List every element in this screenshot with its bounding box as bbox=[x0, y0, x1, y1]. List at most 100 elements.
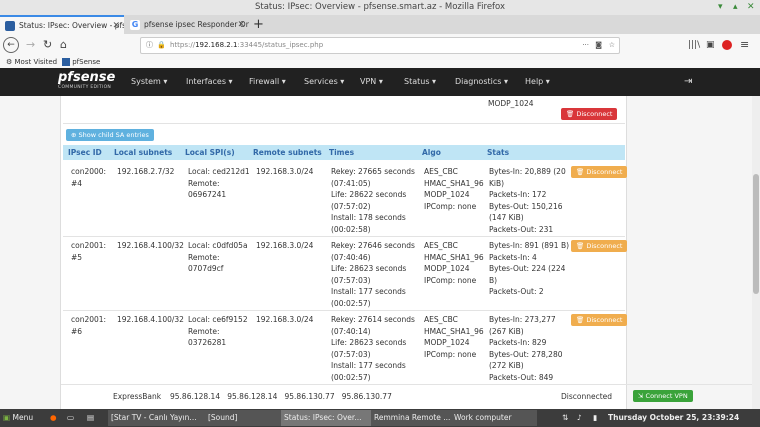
trash-icon: 🗑 bbox=[576, 242, 585, 250]
disconnect-button[interactable]: 🗑 Disconnect bbox=[571, 240, 628, 252]
connect-vpn-button[interactable]: ⇲ Connect VPN bbox=[633, 390, 693, 402]
lock-warning-icon[interactable]: 🔒 bbox=[157, 38, 166, 53]
table-header: IPsec ID Local subnets Local SPI(s) Remo… bbox=[63, 145, 625, 160]
times: Rekey: 27646 seconds (07:40:46) Life: 2862… bbox=[331, 241, 415, 308]
restore-icon[interactable]: ▴ bbox=[733, 0, 738, 15]
taskbar-window-work-computer[interactable]: Work computer bbox=[451, 410, 537, 426]
terminal-launcher-icon[interactable]: ▭ bbox=[67, 409, 74, 427]
battery-icon[interactable]: ▮ bbox=[593, 409, 597, 427]
algo: AES_CBC HMAC_SHA1_96 MODP_1024 IPComp: none bbox=[424, 241, 484, 285]
times: Rekey: 27665 seconds (07:41:05) Life: 2862… bbox=[331, 167, 415, 234]
taskbar-window-remmina[interactable]: Remmina Remote ... bbox=[371, 410, 455, 426]
taskbar-window-firefox[interactable]: Status: IPsec: Over... bbox=[281, 410, 375, 426]
menu-vpn[interactable]: VPN ▾ bbox=[360, 68, 383, 96]
tab-bar: Status: IPsec: Overview - pfse ✕ Gpfsens… bbox=[0, 15, 760, 35]
google-favicon-icon: G bbox=[130, 20, 140, 30]
algo: AES_CBC HMAC_SHA1_96 MODP_1024 IPComp: none bbox=[424, 315, 484, 359]
files-launcher-icon[interactable]: ▤ bbox=[87, 409, 94, 427]
menu-firewall[interactable]: Firewall ▾ bbox=[249, 68, 286, 96]
disconnect-button[interactable]: 🗑 Disconnect bbox=[571, 314, 628, 326]
pocket-icon[interactable]: ◙ bbox=[595, 38, 602, 53]
disconnect-button[interactable]: 🗑 Disconnect bbox=[561, 108, 618, 120]
minimize-icon[interactable]: ▾ bbox=[718, 0, 723, 15]
menu-system[interactable]: System ▾ bbox=[131, 68, 167, 96]
close-window-icon[interactable]: ✕ bbox=[747, 0, 755, 15]
page-content: MODP_1024 🗑 Disconnect ⊕ Show child SA e… bbox=[0, 96, 752, 409]
close-tab-icon[interactable]: ✕ bbox=[237, 16, 245, 34]
show-child-sa-button[interactable]: ⊕ Show child SA entries bbox=[66, 129, 154, 141]
col-local-subnets: Local subnets bbox=[114, 148, 173, 157]
tab-google-search[interactable]: Gpfsense ipsec Responder Onl ✕ bbox=[125, 16, 249, 34]
tunnel-status: Disconnected bbox=[561, 392, 613, 401]
row-divider bbox=[63, 123, 625, 124]
ipsec-id: con2000: #4 bbox=[71, 167, 107, 188]
stats: Bytes-In: 273,277 (267 KiB) Packets-In: 82… bbox=[489, 315, 563, 382]
remote-subnet: 192.168.3.0/24 bbox=[256, 167, 314, 176]
page-scrollbar[interactable] bbox=[752, 96, 760, 409]
new-tab-button[interactable]: + bbox=[253, 16, 267, 34]
top-row-algo: MODP_1024 bbox=[488, 99, 534, 108]
clock[interactable]: Thursday October 25, 23:39:24 bbox=[608, 409, 739, 427]
page-actions-icon[interactable]: ··· bbox=[582, 38, 589, 53]
tab-label: pfsense ipsec Responder Onl bbox=[144, 20, 249, 29]
stats: Bytes-In: 891 (891 B) Packets-In: 4 Bytes-… bbox=[489, 241, 570, 296]
row-divider bbox=[61, 384, 752, 385]
ipsec-id: con2001: #5 bbox=[71, 241, 107, 262]
url-bar[interactable]: ⓘ 🔒 https://192.168.2.1:33445/status_ips… bbox=[140, 37, 620, 54]
firefox-launcher-icon[interactable]: ● bbox=[50, 409, 57, 427]
local-spi: Local: c0dfd05a Remote: 0707d9cf bbox=[188, 241, 248, 273]
local-subnet: 192.168.4.100/32 bbox=[117, 315, 184, 324]
pfsense-navbar: pfsense COMMUNITY EDITION System ▾ Inter… bbox=[0, 68, 760, 96]
plus-circle-icon: ⊕ bbox=[71, 131, 77, 139]
trash-icon: 🗑 bbox=[566, 110, 575, 118]
menu-diagnostics[interactable]: Diagnostics ▾ bbox=[455, 68, 508, 96]
tab-label: Status: IPsec: Overview - pfse bbox=[19, 21, 124, 30]
pfsense-favicon-icon bbox=[62, 58, 70, 66]
row-divider bbox=[63, 236, 625, 237]
stats: Bytes-In: 20,889 (20 KiB) Packets-In: 172 B… bbox=[489, 167, 566, 234]
bookmark-pfsense[interactable]: pfSense bbox=[62, 56, 100, 68]
scrollbar-thumb[interactable] bbox=[753, 174, 759, 294]
reload-icon[interactable]: ↻ bbox=[43, 38, 52, 52]
adblock-icon[interactable] bbox=[722, 40, 732, 50]
algo: AES_CBC HMAC_SHA1_96 MODP_1024 IPComp: none bbox=[424, 167, 484, 211]
menu-status[interactable]: Status ▾ bbox=[404, 68, 436, 96]
menu-services[interactable]: Services ▾ bbox=[304, 68, 344, 96]
taskbar: ▣ Menu ● ▭ ▤ [Star TV - Canlı Yayın... [… bbox=[0, 409, 760, 427]
sidebar-icon[interactable]: ▣ bbox=[706, 38, 715, 52]
pfsense-logo[interactable]: pfsense COMMUNITY EDITION bbox=[58, 71, 115, 91]
start-menu-button[interactable]: ▣ Menu bbox=[3, 409, 33, 427]
col-stats: Stats bbox=[487, 148, 510, 157]
tab-ipsec-overview[interactable]: Status: IPsec: Overview - pfse ✕ bbox=[0, 15, 124, 35]
col-ipsec-id: IPsec ID bbox=[68, 148, 102, 157]
network-icon[interactable]: ⇅ bbox=[562, 409, 568, 427]
taskbar-window-startv[interactable]: [Star TV - Canlı Yayın... bbox=[108, 410, 209, 426]
logout-icon[interactable]: ⇥ bbox=[684, 68, 692, 96]
ipsec-id: con2001: #6 bbox=[71, 315, 107, 336]
col-local-spi: Local SPI(s) bbox=[185, 148, 235, 157]
back-icon[interactable]: ← bbox=[3, 37, 19, 53]
menu-interfaces[interactable]: Interfaces ▾ bbox=[186, 68, 233, 96]
remote-subnet: 192.168.3.0/24 bbox=[256, 241, 314, 250]
forward-icon[interactable]: → bbox=[26, 38, 35, 52]
disconnect-button[interactable]: 🗑 Disconnect bbox=[571, 166, 628, 178]
window-title-bar: Status: IPsec: Overview - pfsense.smart.… bbox=[0, 0, 760, 15]
info-icon[interactable]: ⓘ bbox=[146, 38, 153, 53]
window-title: Status: IPsec: Overview - pfsense.smart.… bbox=[254, 2, 506, 12]
bookmarks-toolbar: ⚙ Most Visited pfSense bbox=[0, 56, 760, 68]
volume-icon[interactable]: ♪ bbox=[577, 409, 582, 427]
close-tab-icon[interactable]: ✕ bbox=[112, 17, 120, 35]
bookmark-most-visited[interactable]: ⚙ Most Visited bbox=[6, 56, 57, 68]
row-divider bbox=[63, 310, 625, 311]
col-times: Times bbox=[329, 148, 355, 157]
mint-logo-icon: ▣ bbox=[3, 413, 11, 422]
hamburger-menu-icon[interactable]: ≡ bbox=[740, 38, 749, 52]
taskbar-window-sound[interactable]: [Sound] bbox=[205, 410, 281, 426]
navigation-toolbar: ← → ↻ ⌂ ⓘ 🔒 https://192.168.2.1:33445/st… bbox=[0, 34, 760, 57]
bookmark-star-icon[interactable]: ☆ bbox=[609, 38, 615, 53]
menu-help[interactable]: Help ▾ bbox=[525, 68, 550, 96]
trash-icon: 🗑 bbox=[576, 316, 585, 324]
url-text: https://192.168.2.1:33445/status_ipsec.p… bbox=[170, 41, 324, 49]
home-icon[interactable]: ⌂ bbox=[60, 38, 67, 52]
library-icon[interactable]: |||\ bbox=[688, 38, 700, 52]
